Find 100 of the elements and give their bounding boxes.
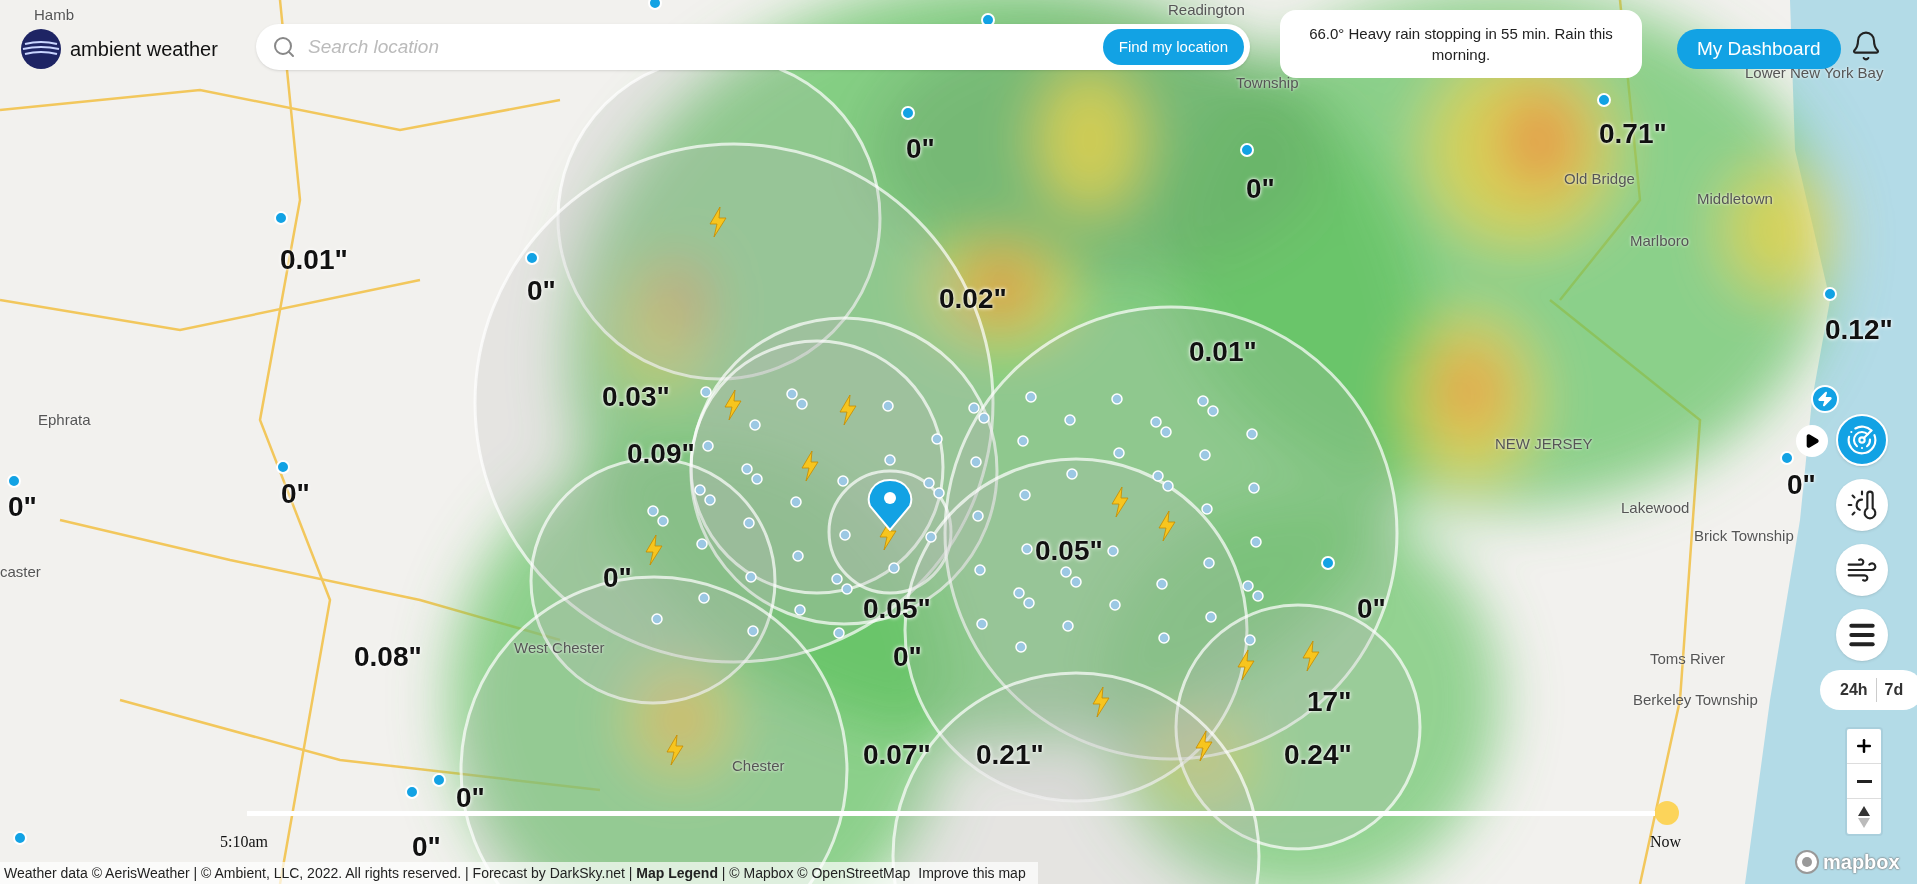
station-dot[interactable]	[884, 454, 896, 466]
place-label: Township	[1236, 73, 1299, 93]
station-dot[interactable]	[743, 517, 755, 529]
rainfall-label: 0.24"	[1284, 738, 1352, 772]
station-dot[interactable]	[700, 386, 712, 398]
station-dot[interactable]	[747, 625, 759, 637]
station-marker[interactable]	[405, 785, 419, 799]
place-label: Readington	[1168, 0, 1245, 20]
station-dot[interactable]	[976, 618, 988, 630]
station-dot[interactable]	[888, 562, 900, 574]
station-marker[interactable]	[274, 211, 288, 225]
station-dot[interactable]	[696, 538, 708, 550]
station-dot[interactable]	[647, 505, 659, 517]
station-dot[interactable]	[1203, 557, 1215, 569]
station-dot[interactable]	[1158, 632, 1170, 644]
station-dot[interactable]	[1242, 580, 1254, 592]
station-dot[interactable]	[651, 613, 663, 625]
station-dot[interactable]	[1205, 611, 1217, 623]
station-dot[interactable]	[1199, 449, 1211, 461]
station-dot[interactable]	[657, 515, 669, 527]
station-dot[interactable]	[702, 440, 714, 452]
station-dot[interactable]	[1025, 391, 1037, 403]
station-dot[interactable]	[970, 456, 982, 468]
station-marker[interactable]	[276, 460, 290, 474]
station-marker[interactable]	[901, 106, 915, 120]
station-dot[interactable]	[1197, 395, 1209, 407]
station-dot[interactable]	[1066, 468, 1078, 480]
station-dot[interactable]	[1250, 536, 1262, 548]
station-dot[interactable]	[1248, 482, 1260, 494]
station-dot[interactable]	[1060, 566, 1072, 578]
station-dot[interactable]	[1244, 634, 1256, 646]
station-marker[interactable]	[525, 251, 539, 265]
station-dot[interactable]	[698, 592, 710, 604]
station-dot[interactable]	[833, 627, 845, 639]
station-dot[interactable]	[749, 419, 761, 431]
lightning-icon	[1195, 730, 1213, 762]
range-option[interactable]: 24h	[1832, 678, 1876, 702]
station-dot[interactable]	[933, 487, 945, 499]
station-dot[interactable]	[1152, 470, 1164, 482]
station-dot[interactable]	[786, 388, 798, 400]
station-marker[interactable]	[7, 474, 21, 488]
station-marker[interactable]	[13, 831, 27, 845]
station-dot[interactable]	[1062, 620, 1074, 632]
station-marker[interactable]	[1780, 451, 1794, 465]
station-dot[interactable]	[1156, 578, 1168, 590]
station-dot[interactable]	[1015, 641, 1027, 653]
station-dot[interactable]	[931, 433, 943, 445]
place-label: Ephrata	[38, 410, 91, 430]
station-dot[interactable]	[1162, 480, 1174, 492]
station-dot[interactable]	[751, 473, 763, 485]
station-dot[interactable]	[1017, 435, 1029, 447]
station-dot[interactable]	[694, 484, 706, 496]
station-dot[interactable]	[1111, 393, 1123, 405]
station-dot[interactable]	[923, 477, 935, 489]
rainfall-label: 0.08"	[354, 640, 422, 674]
bell-icon[interactable]	[1850, 30, 1882, 62]
station-marker[interactable]	[648, 0, 662, 10]
rainfall-label: 0"	[906, 132, 935, 166]
station-dot[interactable]	[1019, 489, 1031, 501]
station-dot[interactable]	[841, 583, 853, 595]
station-dot[interactable]	[1023, 597, 1035, 609]
station-dot[interactable]	[1064, 414, 1076, 426]
station-marker[interactable]	[1240, 143, 1254, 157]
station-dot[interactable]	[1246, 428, 1258, 440]
station-dot[interactable]	[968, 402, 980, 414]
station-dot[interactable]	[741, 463, 753, 475]
station-dot[interactable]	[837, 475, 849, 487]
station-marker[interactable]	[1597, 93, 1611, 107]
station-dot[interactable]	[794, 604, 806, 616]
station-dot[interactable]	[1252, 590, 1264, 602]
station-dot[interactable]	[925, 531, 937, 543]
station-dot[interactable]	[974, 564, 986, 576]
station-dot[interactable]	[1160, 426, 1172, 438]
station-dot[interactable]	[1070, 576, 1082, 588]
station-dot[interactable]	[1150, 416, 1162, 428]
station-dot[interactable]	[790, 496, 802, 508]
station-marker[interactable]	[1321, 556, 1335, 570]
station-dot[interactable]	[1013, 587, 1025, 599]
location-pin-icon	[867, 479, 913, 531]
station-dot[interactable]	[1109, 599, 1121, 611]
station-dot[interactable]	[1201, 503, 1213, 515]
station-dot[interactable]	[745, 571, 757, 583]
station-dot[interactable]	[1113, 447, 1125, 459]
station-marker[interactable]	[432, 773, 446, 787]
station-dot[interactable]	[792, 550, 804, 562]
station-dot[interactable]	[882, 400, 894, 412]
station-dot[interactable]	[1107, 545, 1119, 557]
range-option[interactable]: 7d	[1875, 678, 1912, 702]
place-label: West Chester	[514, 638, 605, 658]
station-marker[interactable]	[1823, 287, 1837, 301]
improve-map-link[interactable]: Improve this map	[918, 862, 1026, 884]
rainfall-label: 0"	[527, 274, 556, 308]
station-dot[interactable]	[972, 510, 984, 522]
station-dot[interactable]	[796, 398, 808, 410]
station-dot[interactable]	[704, 494, 716, 506]
station-dot[interactable]	[839, 529, 851, 541]
station-dot[interactable]	[831, 573, 843, 585]
station-dot[interactable]	[978, 412, 990, 424]
station-dot[interactable]	[1207, 405, 1219, 417]
station-dot[interactable]	[1021, 543, 1033, 555]
